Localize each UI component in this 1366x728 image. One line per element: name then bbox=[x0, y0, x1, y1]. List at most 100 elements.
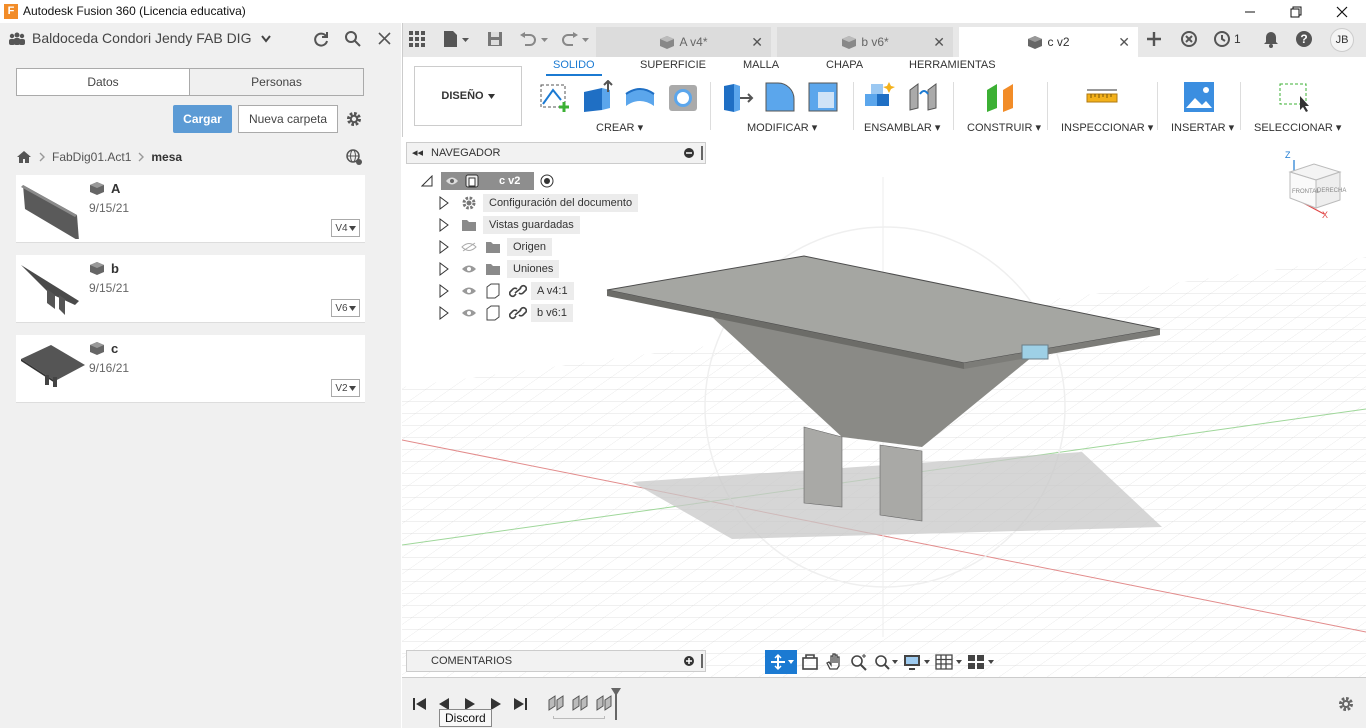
tab-herramientas[interactable]: HERRAMIENTAS bbox=[909, 59, 996, 71]
eye-icon[interactable] bbox=[461, 286, 485, 296]
close-panel-icon[interactable] bbox=[377, 31, 392, 46]
redo-icon[interactable] bbox=[560, 31, 590, 47]
version-select[interactable]: V4 bbox=[331, 219, 360, 237]
version-select[interactable]: V2 bbox=[331, 379, 360, 397]
globe-settings-icon[interactable] bbox=[345, 148, 363, 166]
file-card-c[interactable]: c 9/16/21 V2 bbox=[16, 335, 365, 403]
zoom-icon[interactable] bbox=[849, 653, 869, 671]
timeline-settings-gear-icon[interactable] bbox=[1337, 695, 1355, 713]
minus-icon[interactable] bbox=[684, 148, 694, 158]
group-modificar[interactable]: MODIFICAR ▾ bbox=[747, 121, 817, 134]
close-tab-icon[interactable]: ✕ bbox=[933, 34, 945, 51]
comments-panel[interactable]: COMENTARIOS bbox=[406, 650, 706, 672]
notifications-bell-icon[interactable] bbox=[1263, 30, 1279, 48]
group-seleccionar[interactable]: SELECCIONAR ▾ bbox=[1254, 121, 1341, 134]
orbit-icon[interactable] bbox=[765, 650, 797, 674]
upload-button[interactable]: Cargar bbox=[173, 105, 232, 133]
go-to-end-icon[interactable] bbox=[512, 696, 528, 712]
job-status-button[interactable]: 1 bbox=[1213, 30, 1241, 48]
eye-hidden-icon[interactable] bbox=[461, 242, 485, 252]
group-crear[interactable]: CREAR ▾ bbox=[596, 121, 643, 134]
doc-tab-a[interactable]: A v4* ✕ bbox=[596, 27, 771, 57]
doc-tab-b[interactable]: b v6* ✕ bbox=[777, 27, 953, 57]
file-card-a[interactable]: A 9/15/21 V4 bbox=[16, 175, 365, 243]
search-icon[interactable] bbox=[344, 30, 362, 48]
revolve-icon[interactable] bbox=[623, 80, 657, 114]
workspace-switcher[interactable]: DISEÑO bbox=[414, 66, 522, 126]
expand-triangle-icon[interactable] bbox=[439, 306, 461, 320]
panel-grip[interactable] bbox=[701, 654, 703, 668]
new-component-icon[interactable] bbox=[862, 80, 896, 114]
undo-icon[interactable] bbox=[519, 31, 549, 47]
add-comment-icon[interactable] bbox=[684, 656, 694, 666]
expand-triangle-icon[interactable] bbox=[439, 240, 461, 254]
home-icon[interactable] bbox=[16, 150, 32, 164]
offset-plane-icon[interactable] bbox=[983, 80, 1017, 114]
group-ensamblar[interactable]: ENSAMBLAR ▾ bbox=[864, 121, 940, 134]
expand-triangle-icon[interactable] bbox=[439, 218, 461, 232]
browser-node-origin[interactable]: Origen bbox=[421, 236, 711, 258]
extrude-icon[interactable] bbox=[580, 80, 614, 114]
browser-node-joints[interactable]: Uniones bbox=[421, 258, 711, 280]
breadcrumb-project[interactable]: FabDig01.Act1 bbox=[52, 150, 131, 164]
restore-button[interactable] bbox=[1273, 0, 1319, 23]
save-icon[interactable] bbox=[487, 31, 503, 47]
activate-radio-icon[interactable] bbox=[540, 174, 554, 188]
viewports-icon[interactable] bbox=[967, 653, 995, 671]
close-tab-icon[interactable]: ✕ bbox=[751, 34, 763, 51]
hole-icon[interactable] bbox=[666, 80, 700, 114]
tab-personas[interactable]: Personas bbox=[189, 68, 364, 96]
go-to-start-icon[interactable] bbox=[412, 696, 428, 712]
joint-icon[interactable] bbox=[906, 80, 940, 114]
gear-icon[interactable] bbox=[345, 110, 363, 128]
team-selector[interactable]: Baldoceda Condori Jendy FAB DIG bbox=[32, 30, 251, 46]
expand-triangle-icon[interactable] bbox=[439, 262, 461, 276]
tab-superficie[interactable]: SUPERFICIE bbox=[640, 59, 706, 71]
tab-datos[interactable]: Datos bbox=[16, 68, 190, 96]
browser-node-doc-settings[interactable]: Configuración del documento bbox=[421, 192, 711, 214]
fit-zoom-icon[interactable] bbox=[873, 653, 899, 671]
file-menu-icon[interactable] bbox=[442, 30, 470, 48]
tab-malla[interactable]: MALLA bbox=[743, 59, 779, 71]
browser-root[interactable]: c v2 bbox=[421, 170, 711, 192]
timeline-marker[interactable] bbox=[611, 688, 621, 720]
pan-hand-icon[interactable] bbox=[825, 653, 845, 671]
collapse-browser-icon[interactable]: ◂◂ bbox=[412, 146, 423, 159]
refresh-icon[interactable] bbox=[312, 30, 330, 48]
insert-image-icon[interactable] bbox=[1182, 80, 1216, 114]
expand-triangle-icon[interactable] bbox=[439, 284, 461, 298]
extensions-icon[interactable] bbox=[1180, 30, 1198, 48]
press-pull-icon[interactable] bbox=[720, 80, 754, 114]
browser-header[interactable]: ◂◂ NAVEGADOR bbox=[406, 142, 706, 164]
chevron-down-icon[interactable] bbox=[260, 34, 272, 44]
display-settings-icon[interactable] bbox=[903, 653, 931, 671]
timeline-joint-icon[interactable] bbox=[571, 694, 589, 712]
browser-node-component-b[interactable]: b v6:1 bbox=[421, 302, 711, 324]
tab-chapa[interactable]: CHAPA bbox=[826, 59, 863, 71]
help-icon[interactable]: ? bbox=[1295, 30, 1313, 48]
new-folder-button[interactable]: Nueva carpeta bbox=[238, 105, 338, 133]
shell-icon[interactable] bbox=[806, 80, 840, 114]
apps-grid-icon[interactable] bbox=[409, 31, 425, 47]
eye-icon[interactable] bbox=[461, 308, 485, 318]
expand-triangle-icon[interactable] bbox=[439, 196, 461, 210]
browser-node-component-a[interactable]: A v4:1 bbox=[421, 280, 711, 302]
fillet-icon[interactable] bbox=[763, 80, 797, 114]
look-at-icon[interactable] bbox=[801, 653, 821, 671]
panel-grip[interactable] bbox=[701, 146, 703, 160]
group-construir[interactable]: CONSTRUIR ▾ bbox=[967, 121, 1041, 134]
user-avatar[interactable]: JB bbox=[1330, 28, 1354, 52]
joint-glyph-icon[interactable] bbox=[1021, 344, 1049, 360]
collapse-triangle-icon[interactable] bbox=[421, 175, 441, 187]
new-tab-icon[interactable] bbox=[1146, 31, 1162, 47]
version-select[interactable]: V6 bbox=[331, 299, 360, 317]
close-window-button[interactable] bbox=[1319, 0, 1365, 23]
close-tab-icon[interactable]: ✕ bbox=[1118, 34, 1130, 51]
grid-settings-icon[interactable] bbox=[935, 653, 963, 671]
select-window-icon[interactable] bbox=[1278, 80, 1312, 114]
timeline-joint-icon[interactable] bbox=[547, 694, 565, 712]
browser-node-saved-views[interactable]: Vistas guardadas bbox=[421, 214, 711, 236]
doc-tab-c[interactable]: c v2 ✕ bbox=[959, 27, 1138, 57]
tab-solido[interactable]: SOLIDO bbox=[553, 59, 595, 71]
minimize-button[interactable] bbox=[1227, 0, 1273, 23]
